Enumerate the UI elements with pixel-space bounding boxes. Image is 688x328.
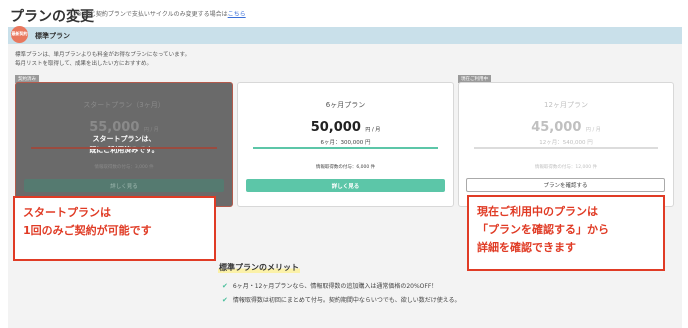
check-icon: ✔: [222, 281, 228, 290]
price-unit: 円 / 月: [585, 127, 601, 133]
plan-name: スタートプラン（3ヶ月）: [83, 101, 165, 109]
start-plan-details-button: 詳しく見る: [24, 179, 224, 192]
confirm-plan-button[interactable]: プランを確認する: [466, 178, 665, 192]
plan-price: 50,000 円 / 月: [238, 120, 453, 135]
price-unit: 円 / 月: [365, 127, 381, 133]
check-icon: ✔: [222, 295, 228, 304]
merit-item: ✔ 情報取得数は初回にまとめて付与。契約期間中ならいつでも、欲しい数だけ使える。: [222, 295, 461, 305]
merit-text: 情報取得数は初回にまとめて付与。契約期間中ならいつでも、欲しい数だけ使える。: [232, 297, 461, 304]
callout-line: 現在ご利用中のプランは: [477, 205, 598, 218]
card-divider: [253, 147, 438, 149]
plan-card-start: スタートプラン（3ヶ月） 55,000 円 / 月 スタートプランは、 既にご利…: [15, 82, 233, 207]
plan-name: 12ヶ月プラン: [544, 101, 588, 109]
plan-card-6-month: 6ヶ月プラン 50,000 円 / 月 6ヶ月：300,000 円 情報取得数の…: [237, 82, 454, 207]
plan-bonus: 情報取得数の付与：6,000 件: [315, 165, 376, 170]
card-divider: [474, 147, 658, 149]
plan-bonus: 情報取得数の付与：3,000 件: [94, 165, 154, 170]
header-note: ※ 同じ契約プランで支払いサイクルのみ変更する場合はこちら: [77, 9, 246, 18]
plan-description: 標準プランは、単月プランよりも料金がお得なプランになっています。 毎月リストを取…: [15, 51, 190, 69]
plan-section-label: 標準プラン: [35, 32, 70, 40]
merits-title: 標準プランのメリット: [218, 262, 300, 273]
card-divider: [31, 147, 217, 149]
merit-item: ✔ 6ヶ月・12ヶ月プランなら、情報取得数の追加購入は通常価格の20%OFF！: [222, 281, 438, 291]
plan-total-price: 12ヶ月：540,000 円: [539, 140, 593, 146]
used-overlay-text: スタートプランは、 既にご利用済みです。: [16, 134, 232, 156]
callout-line: スタートプランは: [23, 206, 111, 219]
plan-name: 6ヶ月プラン: [325, 101, 366, 109]
merit-text: 6ヶ月・12ヶ月プランなら、情報取得数の追加購入は通常価格の20%OFF！: [232, 283, 438, 290]
header-note-text: ※ 同じ契約プランで支払いサイクルのみ変更する場合は: [77, 11, 228, 18]
callout-line: 詳細を確認できます: [477, 241, 576, 254]
description-line: 標準プランは、単月プランよりも料金がお得なプランになっています。: [15, 52, 191, 58]
price-value: 45,000: [531, 120, 582, 135]
price-value: 50,000: [310, 120, 361, 135]
description-line: 毎月リストを取得して、成果を出したい方におすすめ。: [15, 61, 153, 67]
plan-price: 55,000 円 / 月: [16, 120, 232, 135]
plan-price: 45,000 円 / 月: [459, 120, 673, 135]
latest-contract-badge: 最新契約: [11, 26, 28, 43]
callout-line: 1回のみご契約が可能です: [23, 224, 152, 237]
callout-line: 「プランを確認する」から: [477, 223, 609, 236]
plan-section-bar: [8, 27, 682, 44]
price-unit: 円 / 月: [143, 127, 159, 133]
overlay-line: スタートプランは、: [92, 135, 156, 143]
plan-total-price: 6ヶ月：300,000 円: [320, 140, 371, 146]
plan-card-12-month: 12ヶ月プラン 45,000 円 / 月 12ヶ月：540,000 円 情報取得…: [458, 82, 674, 207]
6-month-plan-details-button[interactable]: 詳しく見る: [246, 179, 445, 192]
start-plan-callout: スタートプランは 1回のみご契約が可能です: [13, 196, 216, 261]
same-plan-link[interactable]: こちら: [228, 11, 246, 18]
current-plan-callout: 現在ご利用中のプランは 「プランを確認する」から 詳細を確認できます: [467, 195, 665, 271]
plan-bonus: 情報取得数の付与：12,000 件: [534, 165, 598, 170]
price-value: 55,000: [89, 120, 140, 135]
